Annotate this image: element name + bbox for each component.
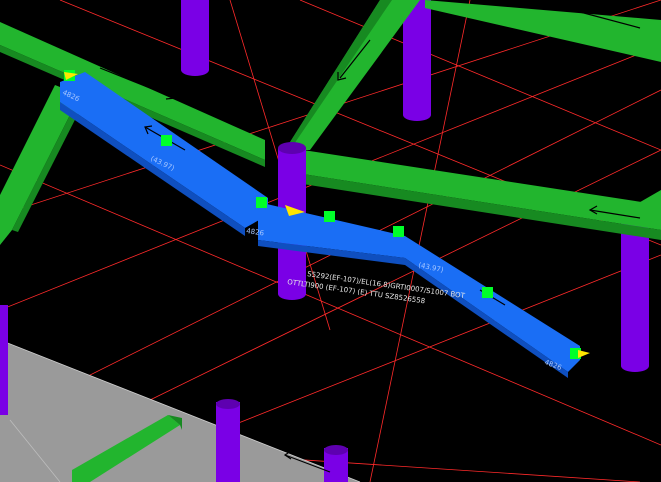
scene-canvas[interactable]: 4826 (43.97) 4826 (43.97) 4826 S5292(EF-… (0, 0, 661, 482)
column[interactable] (403, 0, 431, 121)
grip-square-icon[interactable] (324, 211, 335, 222)
column[interactable] (0, 305, 8, 415)
grip-square-icon[interactable] (161, 135, 172, 146)
segment-mid-label: 4826 (246, 227, 265, 237)
column[interactable] (324, 445, 348, 482)
column[interactable] (216, 399, 240, 482)
green-beam[interactable] (425, 0, 661, 62)
direction-arrow-icon (334, 214, 346, 218)
green-beam[interactable] (285, 0, 420, 150)
direction-triangle-icon[interactable] (578, 350, 590, 358)
column[interactable] (181, 0, 209, 76)
grip-square-icon[interactable] (393, 226, 404, 237)
floor-slab[interactable] (0, 339, 361, 482)
3d-model-viewport[interactable]: 4826 (43.97) 4826 (43.97) 4826 S5292(EF-… (0, 0, 661, 482)
grip-square-icon[interactable] (256, 197, 267, 208)
grip-square-icon[interactable] (482, 287, 493, 298)
